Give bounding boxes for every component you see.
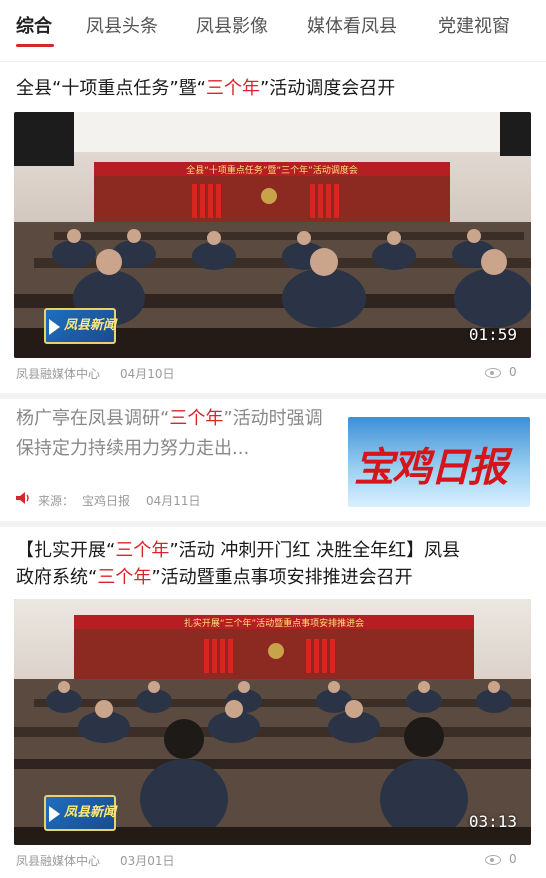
article-1-source: 凤县融媒体中心 xyxy=(16,367,101,381)
tab-party[interactable]: 党建视窗 xyxy=(438,12,510,38)
tab-media[interactable]: 媒体看凤县 xyxy=(307,12,397,38)
title-text: 【扎实开展“ xyxy=(16,540,116,561)
title-text: 政府系统“ xyxy=(16,567,98,588)
article-3-title-line2[interactable]: 政府系统“三个年”活动暨重点事项安排推进会召开 xyxy=(16,563,413,593)
article-2-title[interactable]: 杨广亭在凤县调研“三个年”活动时强调 保持定力持续用力努力走出... xyxy=(16,404,336,464)
tab-general[interactable]: 综合 xyxy=(16,12,52,38)
title-highlight: 三个年 xyxy=(97,567,152,588)
tab-images[interactable]: 凤县影像 xyxy=(196,12,268,38)
play-icon[interactable] xyxy=(49,319,60,335)
article-1-date: 04月10日 xyxy=(120,367,175,381)
speaker-icon xyxy=(16,492,29,504)
divider xyxy=(0,393,546,399)
divider xyxy=(0,521,546,527)
title-highlight: 三个年 xyxy=(115,540,170,561)
title-text: ”活动暨重点事项安排推进会召开 xyxy=(151,567,413,588)
article-2-thumbnail[interactable]: 宝鸡日报 xyxy=(348,417,530,507)
news-badge: 凤县新闻 xyxy=(44,308,116,344)
article-3-date: 03月01日 xyxy=(120,854,175,868)
thumbnail-logo-text: 宝鸡日报 xyxy=(354,444,508,491)
video-duration: 03:13 xyxy=(468,812,517,831)
tab-headlines[interactable]: 凤县头条 xyxy=(86,12,158,38)
eye-icon xyxy=(485,368,501,378)
banner-text: 全县“十项重点任务”暨“三个年”活动调度会 xyxy=(186,164,358,176)
eye-icon xyxy=(485,855,501,865)
article-2-date: 04月11日 xyxy=(146,494,201,508)
title-text: 杨广亭在凤县调研“ xyxy=(16,408,170,429)
article-1-video[interactable]: 全县“十项重点任务”暨“三个年”活动调度会 凤县新闻 01:59 xyxy=(14,112,531,358)
video-duration: 01:59 xyxy=(468,325,517,344)
banner-text: 扎实开展“三个年”活动暨重点事项安排推进会 xyxy=(184,617,364,629)
article-3-video[interactable]: 扎实开展“三个年”活动暨重点事项安排推进会 凤县新闻 03:13 xyxy=(14,599,531,845)
article-1-title[interactable]: 全县“十项重点任务”暨“三个年”活动调度会召开 xyxy=(16,74,395,104)
play-icon[interactable] xyxy=(49,806,60,822)
title-text: ”活动 冲刺开门红 决胜全年红】凤县 xyxy=(169,540,461,561)
badge-label: 凤县新闻 xyxy=(64,805,117,820)
article-3-source: 凤县融媒体中心 xyxy=(16,854,101,868)
article-2-source: 宝鸡日报 xyxy=(82,494,131,508)
article-3-views: 0 xyxy=(509,852,517,866)
title-highlight: 三个年 xyxy=(169,408,224,429)
channel-tabs: 综合 凤县头条 凤县影像 媒体看凤县 党建视窗 xyxy=(0,0,546,62)
article-1-views: 0 xyxy=(509,365,517,379)
article-2-source-label: 来源： xyxy=(38,494,75,508)
news-badge: 凤县新闻 xyxy=(44,795,116,831)
article-3-title-line1[interactable]: 【扎实开展“三个年”活动 冲刺开门红 决胜全年红】凤县 xyxy=(16,536,460,566)
title-text: ”活动调度会召开 xyxy=(259,78,396,99)
active-tab-indicator xyxy=(16,44,54,47)
badge-label: 凤县新闻 xyxy=(64,318,117,333)
title-text: 全县“十项重点任务”暨“ xyxy=(16,78,206,99)
title-highlight: 三个年 xyxy=(205,78,260,99)
